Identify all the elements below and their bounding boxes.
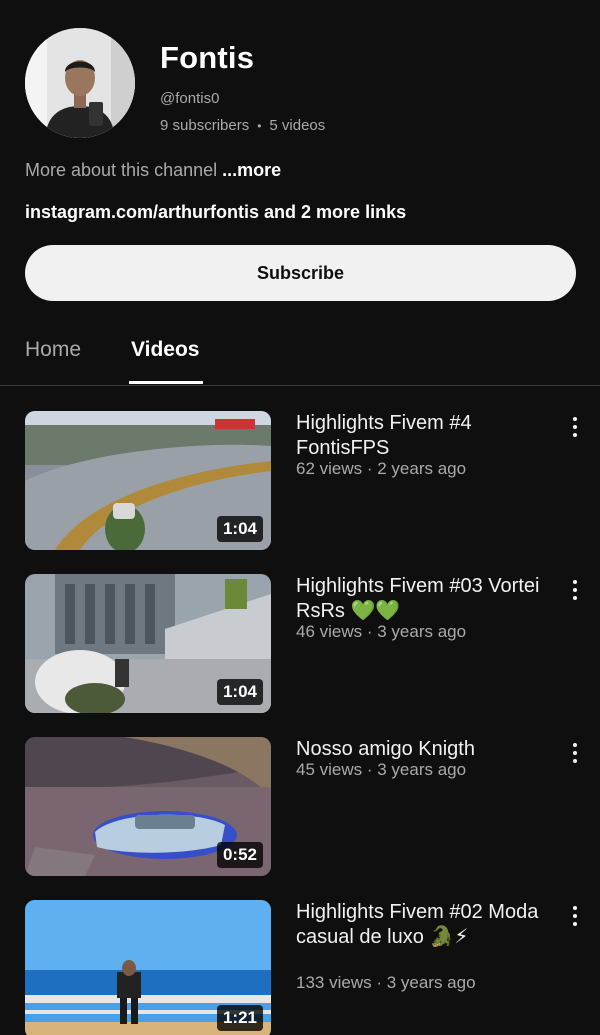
- more-vertical-icon[interactable]: [566, 578, 584, 602]
- video-title[interactable]: Nosso amigo Knigth: [296, 737, 546, 762]
- video-meta: 46 views · 3 years ago: [296, 622, 467, 641]
- about-more-link[interactable]: ...more: [222, 160, 281, 180]
- video-title[interactable]: Highlights Fivem #4 FontisFPS: [296, 411, 546, 461]
- video-duration: 1:21: [216, 1005, 263, 1031]
- tab-home[interactable]: Home: [25, 338, 81, 362]
- video-item[interactable]: 1:04 Highlights Fivem #4 FontisFPS 62 vi…: [0, 411, 600, 551]
- divider: [0, 385, 600, 386]
- subscribe-button[interactable]: Subscribe: [25, 245, 576, 301]
- video-duration: 0:52: [216, 842, 263, 868]
- video-title[interactable]: Highlights Fivem #02 Moda casual de luxo…: [296, 900, 546, 950]
- channel-links[interactable]: instagram.com/arthurfontis and 2 more li…: [25, 202, 406, 223]
- about-channel-link[interactable]: More about this channel ...more: [25, 160, 281, 181]
- more-vertical-icon[interactable]: [566, 415, 584, 439]
- video-duration: 1:04: [216, 679, 263, 705]
- video-item[interactable]: 1:21 Highlights Fivem #02 Moda casual de…: [0, 900, 600, 1035]
- active-tab-indicator: [129, 381, 203, 384]
- channel-stats: 9 subscribers • 5 videos: [160, 117, 325, 134]
- video-item[interactable]: 0:52 Nosso amigo Knigth 45 views · 3 yea…: [0, 737, 600, 877]
- video-title[interactable]: Highlights Fivem #03 Vortei RsRs 💚💚: [296, 574, 546, 624]
- video-thumbnail[interactable]: 1:04: [25, 574, 271, 713]
- about-text: More about this channel: [25, 160, 218, 180]
- more-vertical-icon[interactable]: [566, 741, 584, 765]
- video-meta: 133 views · 3 years ago: [296, 973, 476, 992]
- more-vertical-icon[interactable]: [566, 904, 584, 928]
- video-meta: 62 views · 2 years ago: [296, 459, 467, 478]
- video-meta: 45 views · 3 years ago: [296, 760, 467, 779]
- video-item[interactable]: 1:04 Highlights Fivem #03 Vortei RsRs 💚💚…: [0, 574, 600, 714]
- video-count: 5 videos: [269, 117, 326, 134]
- video-thumbnail[interactable]: 1:04: [25, 411, 271, 550]
- video-duration: 1:04: [216, 516, 263, 542]
- channel-page: Fontis @fontis0 9 subscribers • 5 videos…: [0, 0, 600, 1035]
- stats-separator: •: [257, 118, 262, 133]
- video-thumbnail[interactable]: 0:52: [25, 737, 271, 876]
- video-thumbnail[interactable]: 1:21: [25, 900, 271, 1035]
- channel-name: Fontis: [160, 40, 255, 75]
- channel-tabs: Home Videos: [0, 322, 600, 386]
- tab-videos[interactable]: Videos: [131, 338, 199, 362]
- channel-handle: @fontis0: [160, 90, 220, 107]
- avatar[interactable]: [25, 28, 135, 138]
- subscriber-count: 9 subscribers: [160, 117, 250, 134]
